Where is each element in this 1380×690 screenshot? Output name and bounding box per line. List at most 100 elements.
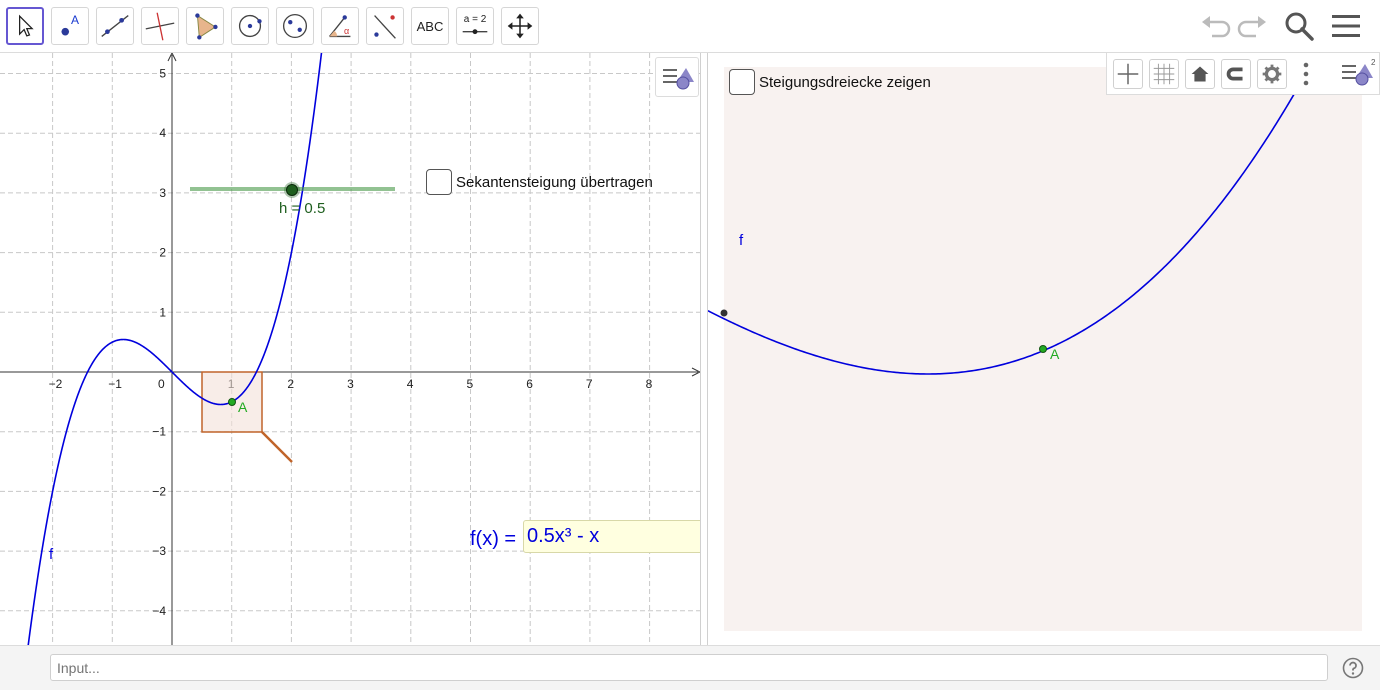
graphics-view-1-canvas[interactable]: −2 −1 0 1 2 3 4 5 6 7 8 5 4 3 2 1 −1 −2 −3 −4 h = 0.5 A f: [0, 53, 700, 645]
angle-tool[interactable]: α: [321, 7, 359, 45]
more-vertical-icon: [1303, 62, 1309, 86]
style-bar-toggle-2[interactable]: 2: [1335, 55, 1379, 93]
reflect-icon: [374, 15, 396, 39]
point-A[interactable]: [228, 398, 236, 406]
settings-button[interactable]: [1257, 59, 1287, 89]
y-tick-label: −4: [152, 604, 166, 618]
angle-icon: [329, 15, 351, 38]
steigungsdreiecke-label: Steigungsdreiecke zeigen: [759, 74, 931, 91]
point-capturing-button[interactable]: [1221, 59, 1251, 89]
slider-h-handle[interactable]: [286, 184, 298, 196]
svg-text:2: 2: [1371, 58, 1376, 67]
perpendicular-line-icon: [145, 12, 175, 41]
slider-h-label: h = 0.5: [279, 200, 325, 217]
line-tool[interactable]: [96, 7, 134, 45]
point-A-label: A: [238, 399, 248, 415]
search-button[interactable]: [1281, 8, 1317, 44]
circle-icon: [238, 14, 262, 38]
y-tick-label: −2: [152, 484, 166, 498]
y-tick-label: 2: [159, 246, 166, 260]
graphics-2-style-bar: 2: [1106, 53, 1380, 95]
function-f-label: f: [49, 546, 54, 563]
gear-icon: [1262, 64, 1282, 84]
polygon-icon: [195, 13, 218, 40]
y-tick-label: 4: [159, 126, 166, 140]
y-tick-labels: 5 4 3 2 1 −1 −2 −3 −4: [152, 67, 166, 618]
graphics-view-2-canvas[interactable]: A f: [708, 53, 1380, 645]
zoomed-point-A-label: A: [1050, 346, 1060, 362]
function-curve-f[interactable]: [27, 53, 323, 645]
y-tick-label: 1: [159, 305, 166, 319]
axes-icon: [1117, 63, 1139, 85]
y-tick-label: 5: [159, 67, 166, 81]
input-help-button[interactable]: [1342, 657, 1364, 679]
magnet-icon: [1226, 67, 1243, 81]
slider-tool-label: a = 2: [463, 14, 487, 25]
toolbar: A α ABC a = 2: [0, 0, 1380, 53]
arrow-pointer-icon: [19, 14, 34, 37]
line-icon: [101, 15, 129, 37]
redo-button[interactable]: [1234, 8, 1270, 44]
point-tool-label: A: [71, 13, 80, 27]
help-icon: [1342, 657, 1364, 679]
ellipse-tool[interactable]: [276, 7, 314, 45]
graphics-view-2[interactable]: A f Steigungsdreiecke zeigen: [708, 53, 1380, 645]
y-tick-label: −1: [152, 425, 166, 439]
reflect-tool[interactable]: [366, 7, 404, 45]
slider-tool[interactable]: a = 2: [456, 7, 494, 45]
point-icon: [61, 27, 70, 36]
slope-line: [261, 431, 293, 463]
x-tick-label: 3: [347, 377, 354, 391]
graphics-view-1[interactable]: −2−1012345678 54321−1−2−3−4 h = 0.5 A f …: [0, 53, 700, 645]
move-arrows-icon: [507, 13, 533, 39]
undo-button[interactable]: [1198, 8, 1234, 44]
input-bar-area: [0, 645, 1380, 690]
polygon-tool[interactable]: [186, 7, 224, 45]
text-tool[interactable]: ABC: [411, 7, 449, 45]
move-graphics-tool[interactable]: [501, 7, 539, 45]
style-bar-toggle-1[interactable]: [655, 57, 699, 97]
steigungsdreiecke-checkbox[interactable]: [729, 69, 755, 95]
zoomed-point-A[interactable]: [1039, 345, 1047, 353]
x-tick-labels: −2−1012345678: [49, 377, 653, 391]
x-tick-label: −2: [49, 377, 63, 391]
move-tool[interactable]: [6, 7, 44, 45]
sekantensteigung-checkbox[interactable]: [426, 169, 452, 195]
more-options-button[interactable]: [1299, 59, 1313, 89]
angle-tool-label: α: [344, 26, 350, 36]
x-tick-label: 4: [407, 377, 414, 391]
perpendicular-tool[interactable]: [141, 7, 179, 45]
toggle-grid-button[interactable]: [1149, 59, 1179, 89]
x-tick-label: 0: [158, 377, 165, 391]
undo-icon: [1202, 16, 1231, 38]
standard-view-button[interactable]: [1185, 59, 1215, 89]
grid-icon: [1153, 63, 1175, 85]
main-menu-button[interactable]: [1328, 8, 1364, 44]
circle-tool[interactable]: [231, 7, 269, 45]
redo-icon: [1237, 16, 1266, 38]
x-tick-label: 8: [646, 377, 653, 391]
zoom-edge-point: [720, 309, 728, 317]
search-icon: [1285, 12, 1314, 41]
x-tick-label: 5: [467, 377, 474, 391]
x-tick-label: 7: [586, 377, 593, 391]
function-input-label: f(x) =: [470, 528, 517, 550]
axes: [0, 53, 700, 645]
style-bar-icon: [663, 68, 694, 90]
home-icon: [1191, 66, 1209, 82]
grid: [0, 53, 700, 645]
y-tick-label: −3: [152, 544, 166, 558]
style-bar-2-icon: 2: [1342, 58, 1376, 86]
view-splitter[interactable]: [700, 53, 708, 645]
x-tick-label: 2: [287, 377, 294, 391]
point-tool[interactable]: A: [51, 7, 89, 45]
toggle-axes-button[interactable]: [1113, 59, 1143, 89]
algebra-input[interactable]: [50, 654, 1328, 681]
ellipse-icon: [282, 13, 308, 39]
x-tick-label: −1: [108, 377, 122, 391]
hamburger-menu-icon: [1332, 15, 1360, 37]
function-input-field[interactable]: 0.5x³ - x: [523, 520, 700, 553]
y-tick-label: 3: [159, 186, 166, 200]
sekantensteigung-label: Sekantensteigung übertragen: [456, 174, 653, 191]
text-icon: ABC: [416, 18, 444, 34]
